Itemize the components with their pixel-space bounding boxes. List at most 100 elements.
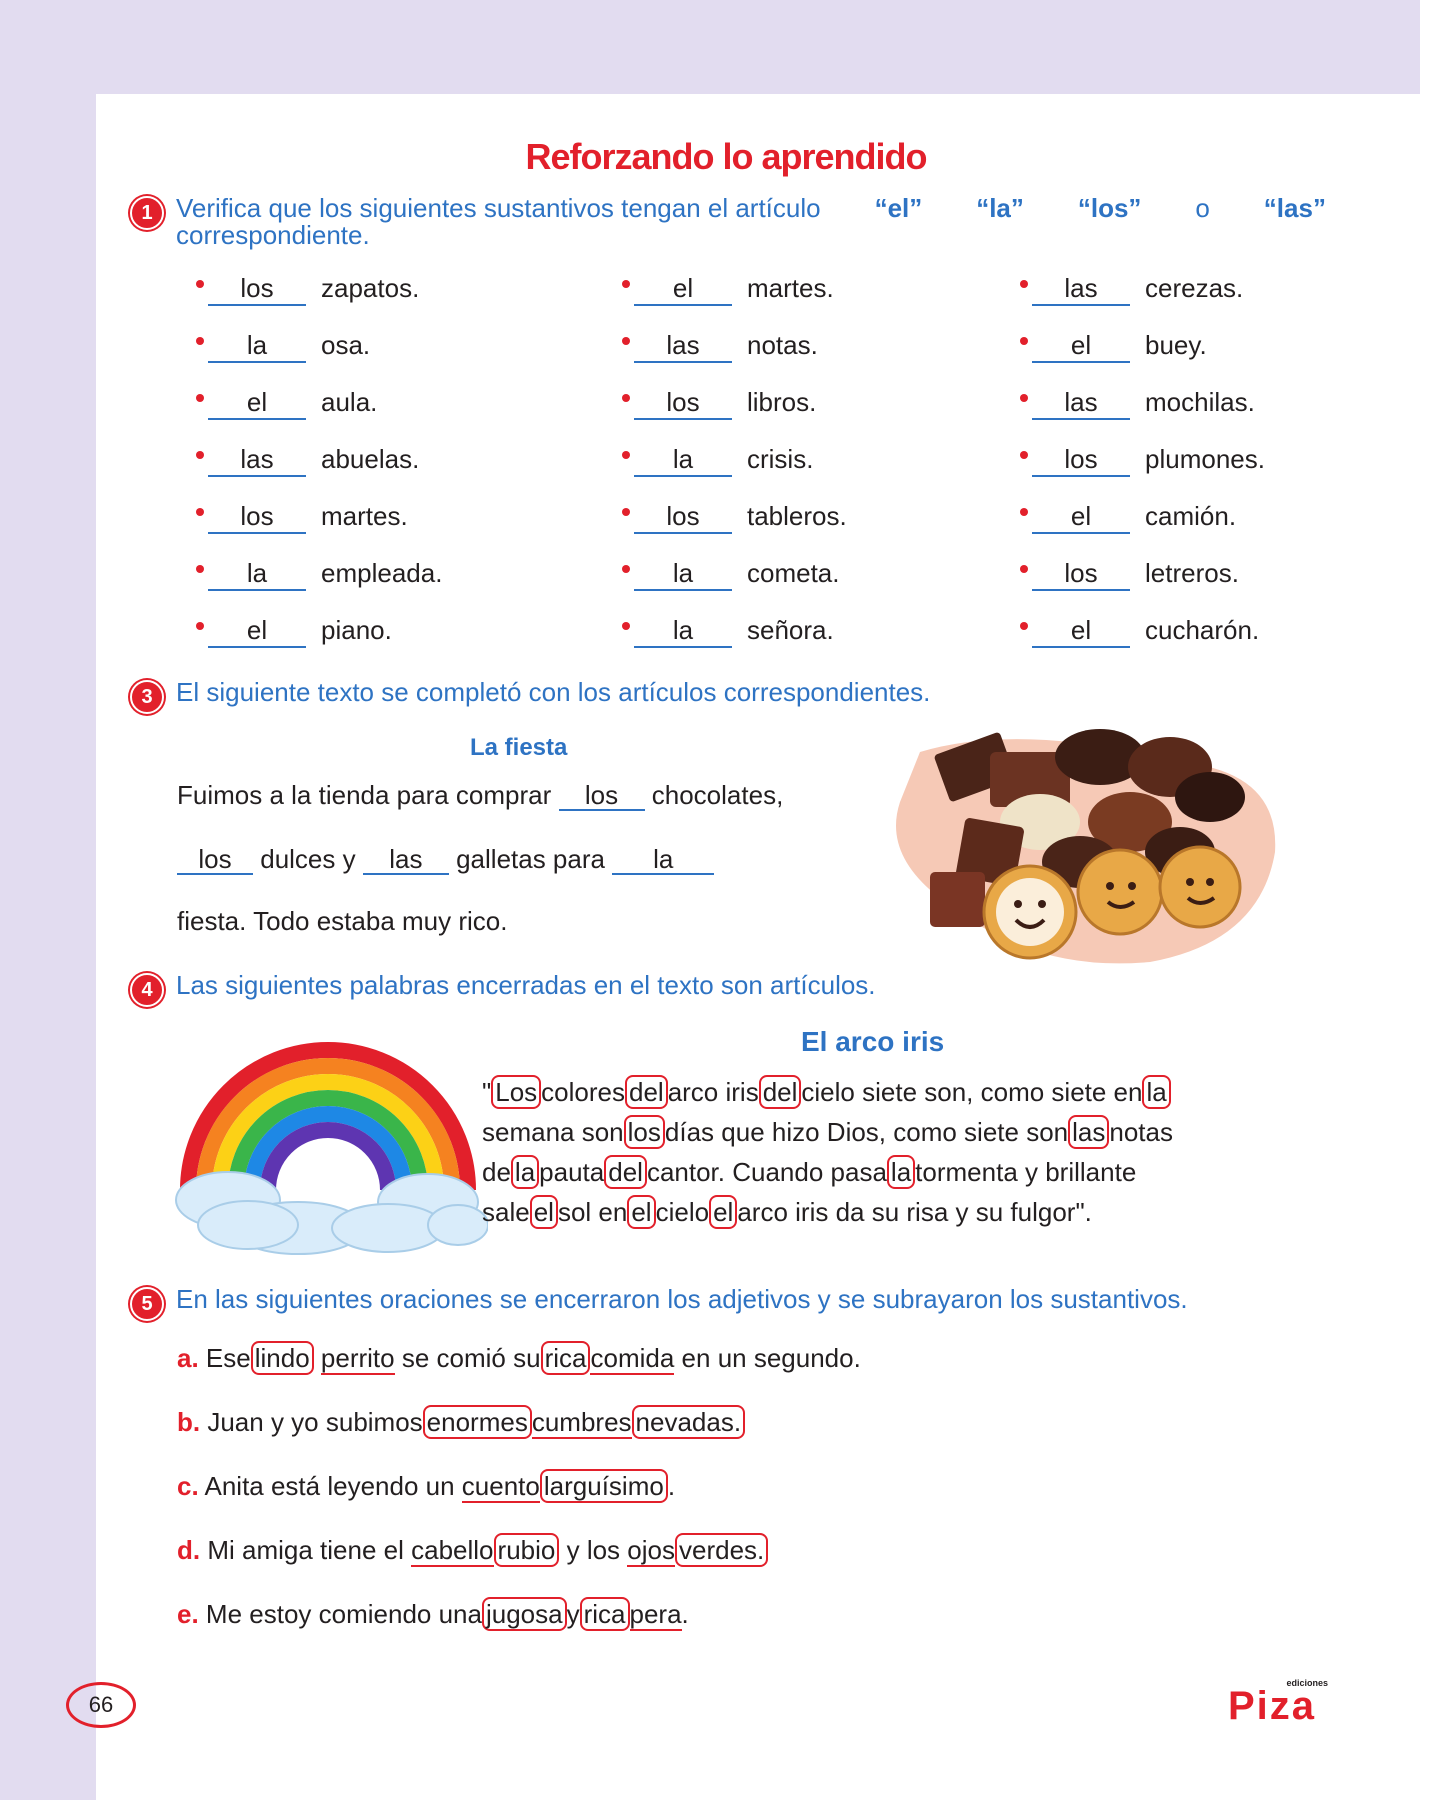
chocolates-image (896, 729, 1276, 964)
article-circle: la (1142, 1075, 1171, 1109)
arco-iris-poem: " Los colores del arco iris del cielo siete so… (482, 1072, 1173, 1232)
noun-text: aula. (321, 387, 378, 417)
bullet-icon (622, 280, 630, 288)
adjective-circle: larguísimo (539, 1469, 668, 1503)
bullet-icon (196, 622, 204, 630)
noun-underline: cuento (461, 1471, 540, 1503)
article-answer: los (634, 388, 732, 420)
noun-text: plumones. (1145, 444, 1265, 474)
exercise-5-instruction: En las siguientes oraciones se encerraro… (176, 1284, 1188, 1314)
page-title: Reforzando lo aprendido (525, 136, 927, 177)
article-circle: las (1068, 1115, 1110, 1149)
noun-text: mochilas. (1145, 387, 1255, 417)
exercise-3-instruction: El siguiente texto se completó con los a… (176, 677, 931, 707)
sentence-d: d. Mi amiga tiene el cabello rubio y los … (177, 1532, 769, 1568)
article-answer: las (634, 331, 732, 363)
noun-underline: cumbres (531, 1407, 632, 1439)
noun-text: martes. (321, 501, 408, 531)
noun-text: osa. (321, 330, 371, 360)
bullet-icon (196, 508, 204, 516)
article-answer: los (208, 274, 306, 306)
publisher-logo: ediciones Piza (1228, 1678, 1328, 1728)
adjective-circle: nevadas. (631, 1405, 746, 1439)
article-circle: los (623, 1115, 665, 1149)
bullet-icon (196, 280, 204, 288)
exercise-1-instruction: Verifica que los siguientes sustantivos … (176, 193, 1326, 250)
adjective-circle: rica (540, 1341, 591, 1375)
bullet-icon (1020, 451, 1028, 459)
fiesta-blank-1: los (558, 781, 645, 811)
noun-underline: comida (590, 1343, 675, 1375)
article-answer: el (1032, 502, 1130, 534)
bullet-icon (1020, 508, 1028, 516)
article-la: “la” (976, 193, 1024, 223)
article-answer: el (1032, 616, 1130, 648)
adjective-circle: verdes. (675, 1533, 769, 1567)
sentence-c: c. Anita está leyendo un cuento larguísim… (177, 1469, 676, 1503)
noun-text: piano. (321, 615, 392, 645)
fiesta-blank-3: las (362, 845, 449, 875)
sentence-a: a. Ese lindo perrito se comió su rica comid… (177, 1341, 861, 1375)
adjective-circle: jugosa (481, 1597, 567, 1631)
adjective-circle: enormes (422, 1405, 532, 1439)
bullet-icon (622, 337, 630, 345)
bullet-icon (1020, 394, 1028, 402)
noun-text: camión. (1145, 501, 1237, 531)
rainbow-image (175, 1042, 488, 1255)
noun-text: tableros. (747, 501, 847, 531)
sentence-b: b. Juan y yo subimos enormes cumbres nevada… (177, 1404, 746, 1440)
article-answer: las (1032, 274, 1130, 306)
top-band (0, 0, 1420, 94)
arco-iris-title: El arco iris (801, 1026, 945, 1057)
exercise-5-number: 5 (130, 1287, 164, 1321)
noun-text: zapatos. (321, 273, 420, 303)
article-circle: del (758, 1075, 802, 1109)
noun-text: empleada. (321, 558, 443, 588)
noun-underline: perrito (320, 1343, 395, 1375)
article-answer: los (208, 502, 306, 534)
article-circle: la (886, 1155, 916, 1189)
article-circle: del (624, 1075, 668, 1109)
bullet-icon (622, 508, 630, 516)
exercise-3-number: 3 (130, 680, 164, 714)
noun-text: cerezas. (1145, 273, 1244, 303)
article-answer: los (1032, 445, 1130, 477)
bullet-icon (622, 565, 630, 573)
article-el: “el” (874, 193, 923, 223)
article-answer: el (208, 616, 306, 648)
exercise-1-number: 1 (130, 196, 164, 230)
bullet-icon (622, 451, 630, 459)
bullet-icon (622, 622, 630, 630)
noun-underline: pera (629, 1599, 682, 1631)
article-answer: la (208, 559, 306, 591)
bullet-icon (196, 394, 204, 402)
article-answer: la (634, 445, 732, 477)
article-answer: la (634, 616, 732, 648)
noun-text: martes. (747, 273, 834, 303)
bullet-icon (1020, 565, 1028, 573)
bullet-icon (196, 451, 204, 459)
poem-line-4: sale el sol en el cielo el arco iris da su ris… (482, 1195, 1092, 1229)
article-answer: la (208, 331, 306, 363)
fiesta-title: La fiesta (470, 734, 568, 761)
noun-text: buey. (1145, 330, 1207, 360)
article-answer: el (634, 274, 732, 306)
bullet-icon (196, 565, 204, 573)
noun-text: libros. (747, 387, 817, 417)
noun-text: señora. (747, 615, 834, 645)
noun-underline: cabello (411, 1535, 494, 1567)
article-circle: la (510, 1155, 540, 1189)
noun-text: letreros. (1145, 558, 1239, 588)
article-circle: el (627, 1195, 656, 1229)
bullet-icon (622, 394, 630, 402)
poem-line-1: " Los colores del arco iris del cielo siete so… (482, 1072, 1173, 1112)
exercise-4-number: 4 (130, 973, 164, 1007)
bullet-icon (1020, 622, 1028, 630)
article-answer: las (208, 445, 306, 477)
fiesta-line-1: Fuimos a la tienda para comprar los choc… (177, 780, 784, 811)
article-answer: los (634, 502, 732, 534)
article-circle: del (604, 1155, 647, 1189)
fiesta-line-3: fiesta. Todo estaba muy rico. (177, 906, 508, 936)
article-answer: los (1032, 559, 1130, 591)
exercise-4-instruction: Las siguientes palabras encerradas en el… (176, 970, 876, 1000)
